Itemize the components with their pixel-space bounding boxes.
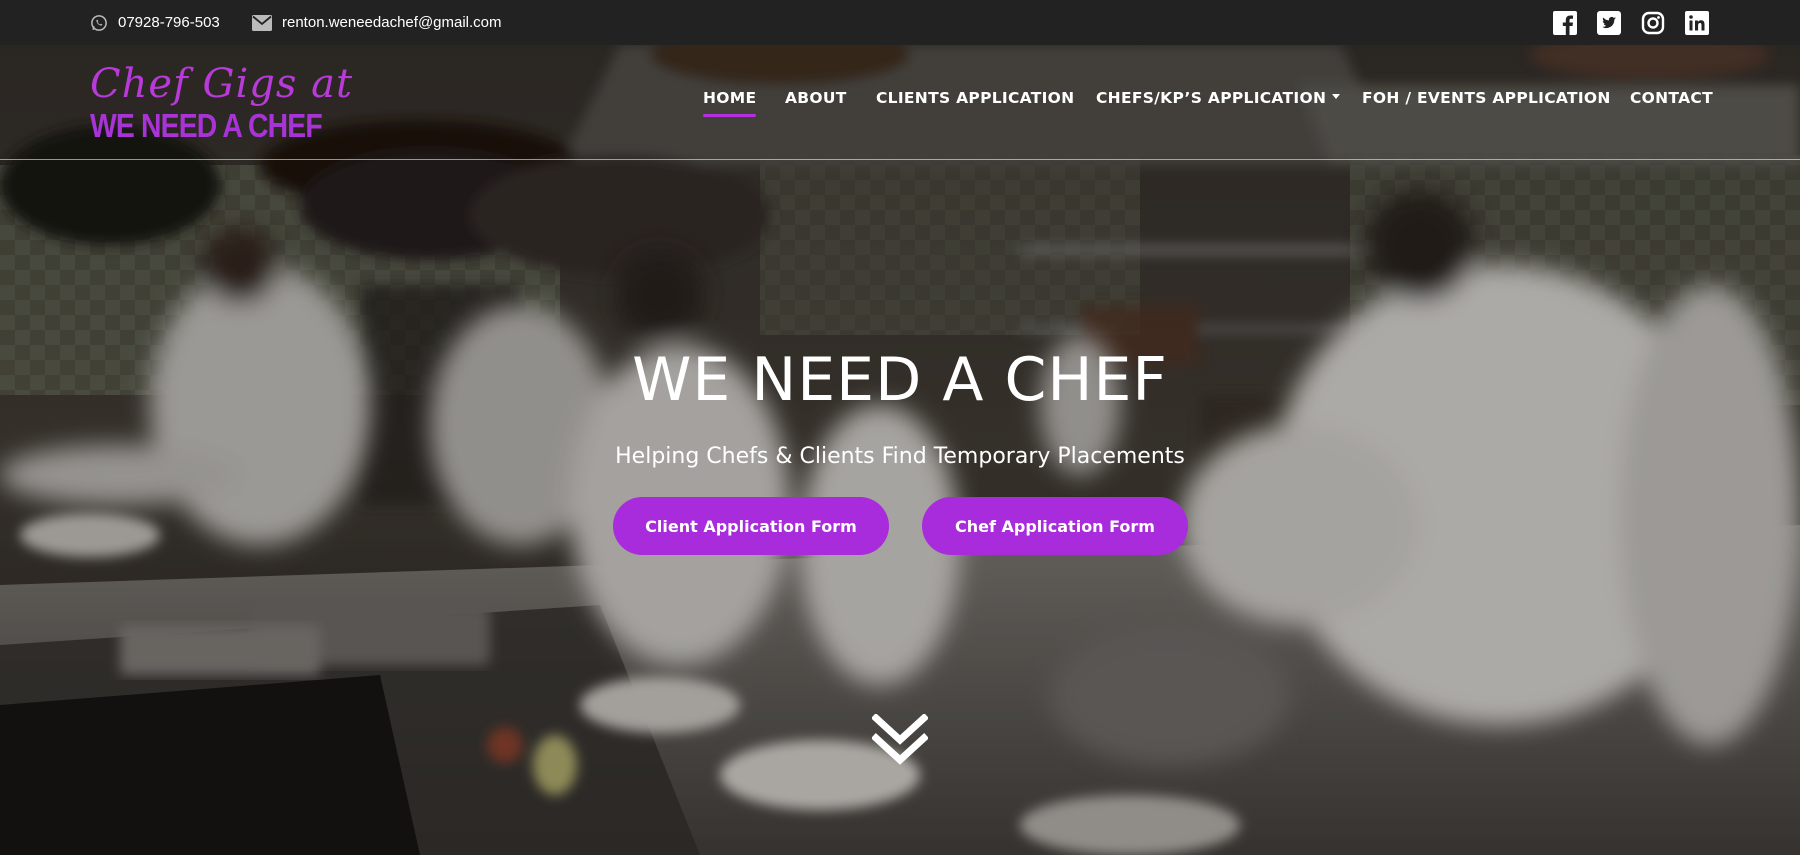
- nav-item-label: CLIENTS APPLICATION: [876, 89, 1075, 107]
- email-address[interactable]: renton.weneedachef@gmail.com: [282, 14, 502, 31]
- button-label: Client Application Form: [645, 516, 857, 536]
- phone-contact[interactable]: 07928-796-503: [90, 0, 220, 45]
- instagram-icon[interactable]: [1641, 11, 1665, 35]
- facebook-icon[interactable]: [1553, 11, 1577, 35]
- client-application-button[interactable]: Client Application Form: [613, 497, 889, 555]
- button-label: Chef Application Form: [955, 516, 1155, 536]
- nav-item-label: CHEFS/KP’S APPLICATION: [1096, 89, 1327, 107]
- top-bar: 07928-796-503 renton.weneedachef@gmail.c…: [0, 0, 1800, 45]
- hero-subtitle: Helping Chefs & Clients Find Temporary P…: [615, 444, 1185, 469]
- twitter-icon[interactable]: [1597, 11, 1621, 35]
- nav-item-chefs-application[interactable]: CHEFS/KP’S APPLICATION: [1096, 89, 1341, 107]
- chef-application-button[interactable]: Chef Application Form: [922, 497, 1188, 555]
- nav-item-home[interactable]: HOME: [703, 89, 757, 117]
- nav-item-foh-events-application[interactable]: FOH / EVENTS APPLICATION: [1362, 89, 1611, 107]
- nav-item-label: FOH / EVENTS APPLICATION: [1362, 89, 1611, 107]
- nav-item-about[interactable]: ABOUT: [785, 89, 847, 107]
- envelope-icon: [252, 14, 272, 31]
- logo-block-text: WE NEED A CHEF: [90, 107, 323, 144]
- site-header: Chef Gigs at WE NEED A CHEF HOME ABOUT C…: [0, 45, 1800, 160]
- phone-number[interactable]: 07928-796-503: [118, 14, 220, 31]
- nav-item-label: HOME: [703, 89, 757, 107]
- site-logo[interactable]: Chef Gigs at WE NEED A CHEF: [90, 61, 352, 146]
- email-contact[interactable]: renton.weneedachef@gmail.com: [252, 0, 502, 45]
- nav-item-clients-application[interactable]: CLIENTS APPLICATION: [876, 89, 1074, 107]
- hero-title: WE NEED A CHEF: [632, 345, 1168, 415]
- instagram-link[interactable]: [1641, 11, 1665, 35]
- logo-script-text: Chef Gigs at: [90, 61, 354, 107]
- facebook-link[interactable]: [1553, 11, 1577, 35]
- caret-down-icon: [1332, 94, 1341, 99]
- nav-item-contact[interactable]: CONTACT: [1630, 89, 1713, 107]
- linkedin-link[interactable]: [1685, 11, 1709, 35]
- nav-item-label: CONTACT: [1630, 89, 1713, 107]
- whatsapp-icon: [91, 14, 107, 31]
- linkedin-icon[interactable]: [1685, 11, 1709, 35]
- scroll-down-button[interactable]: [871, 713, 929, 768]
- double-chevron-down-icon: [871, 713, 929, 765]
- twitter-link[interactable]: [1597, 11, 1621, 35]
- nav-item-label: ABOUT: [785, 89, 847, 107]
